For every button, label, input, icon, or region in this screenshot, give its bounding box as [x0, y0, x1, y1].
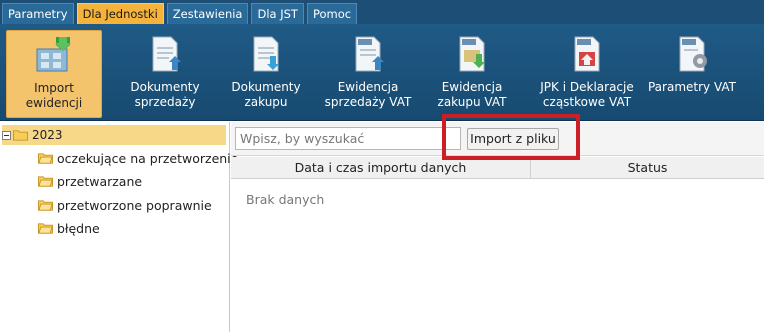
dokumenty-sprzedazy-label: Dokumenty sprzedaży	[130, 80, 200, 109]
ribbon-toolbar: Import ewidencji Dokumenty sprzedaży Dok…	[0, 24, 764, 121]
tree-item-label: przetwarzane	[57, 173, 143, 189]
tree-item-przetworzone-poprawnie[interactable]: przetworzone poprawnie	[38, 195, 212, 215]
ewidencja-sprzedazy-vat-button[interactable]: Ewidencja sprzedaży VAT	[320, 30, 416, 118]
search-input[interactable]	[235, 127, 461, 150]
vat-sales-register-icon	[355, 36, 384, 72]
dokumenty-sprzedazy-button[interactable]: Dokumenty sprzedaży	[117, 30, 213, 118]
empty-state-text: Brak danych	[246, 192, 325, 207]
tab-zestawienia[interactable]: Zestawienia	[166, 3, 249, 24]
ewidencja-zakupu-vat-button[interactable]: Ewidencja zakupu VAT	[424, 30, 520, 118]
tree-item-oczekujace[interactable]: oczekujące na przetworzenie	[38, 148, 238, 168]
folder-tree: 2023 oczekujące na przetworzenie przetwa…	[0, 122, 238, 332]
tree-item-label: przetworzone poprawnie	[57, 197, 212, 213]
folder-icon	[38, 153, 53, 164]
table-header: Data i czas importu danych Status	[231, 157, 764, 179]
vat-purchase-register-icon	[459, 36, 485, 72]
tab-dla-jst[interactable]: Dla JST	[251, 3, 304, 24]
ewidencja-zakupu-vat-label: Ewidencja zakupu VAT	[437, 80, 507, 109]
column-header-date[interactable]: Data i czas importu danych	[231, 157, 531, 179]
dokumenty-zakupu-button[interactable]: Dokumenty zakupu	[218, 30, 314, 118]
import-ewidencji-button[interactable]: Import ewidencji	[6, 30, 102, 118]
tree-item-label: oczekujące na przetworzenie	[57, 150, 239, 166]
jpk-deklaracje-label: JPK i Deklaracje cząstkowe VAT	[540, 80, 634, 109]
tree-root-2023[interactable]: 2023	[2, 125, 226, 145]
document-purchase-icon	[253, 36, 279, 72]
tab-parametry[interactable]: Parametry	[2, 3, 74, 24]
tab-dla-jednostki[interactable]: Dla Jednostki	[76, 3, 164, 24]
menu-bar: Parametry Dla Jednostki Zestawienia Dla …	[0, 0, 764, 24]
panel-toolbar: Import z pliku	[231, 122, 764, 156]
folder-icon	[13, 130, 28, 141]
import-icon	[36, 37, 71, 72]
jpk-declaration-icon	[574, 36, 600, 72]
parametry-vat-label: Parametry VAT	[647, 80, 736, 94]
document-sales-icon	[152, 36, 181, 72]
ewidencja-sprzedazy-vat-label: Ewidencja sprzedaży VAT	[324, 80, 412, 109]
vat-settings-icon	[679, 36, 707, 72]
folder-icon	[38, 200, 53, 211]
tree-item-bledne[interactable]: błędne	[38, 218, 100, 238]
import-ewidencji-label: Import ewidencji	[25, 81, 83, 110]
tree-item-przetwarzane[interactable]: przetwarzane	[38, 171, 142, 191]
folder-icon	[38, 176, 53, 187]
dokumenty-zakupu-label: Dokumenty zakupu	[231, 80, 301, 109]
parametry-vat-button[interactable]: Parametry VAT	[644, 30, 740, 118]
tree-item-label: błędne	[57, 220, 100, 236]
import-from-file-button[interactable]: Import z pliku	[467, 128, 559, 150]
tree-root-label: 2023	[32, 128, 63, 142]
folder-icon	[38, 223, 53, 234]
import-list-panel: Import z pliku Data i czas importu danyc…	[231, 122, 764, 332]
column-header-status[interactable]: Status	[531, 157, 764, 179]
jpk-deklaracje-button[interactable]: JPK i Deklaracje cząstkowe VAT	[535, 30, 639, 118]
collapse-icon[interactable]	[2, 130, 11, 140]
tab-pomoc[interactable]: Pomoc	[306, 3, 358, 24]
